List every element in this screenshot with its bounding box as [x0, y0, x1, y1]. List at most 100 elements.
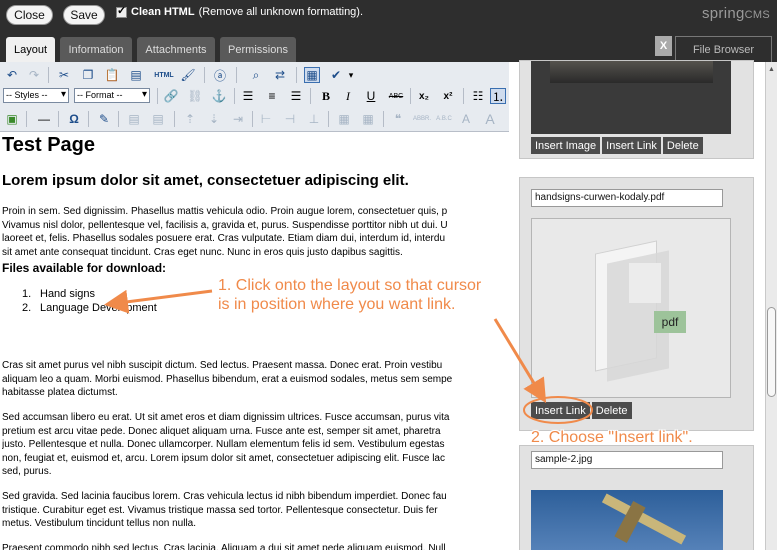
toolbar-divider — [88, 111, 89, 127]
unlink-icon[interactable]: ⛓ — [187, 88, 203, 104]
insert-link-button[interactable]: Insert Link — [531, 402, 590, 419]
list-item: 2. Language Development — [22, 302, 157, 314]
blockquote-icon[interactable]: ❝ — [390, 111, 406, 127]
spellcheck-dropdown-icon[interactable]: ✔ — [328, 67, 344, 83]
format-select[interactable]: -- Format -- — [74, 88, 150, 103]
insert-image-button[interactable]: Insert Image — [531, 137, 601, 154]
file-browser-close-button[interactable]: X — [655, 36, 672, 56]
link-icon[interactable]: 🔗 — [163, 88, 179, 104]
align-center-icon[interactable]: ≡ — [264, 88, 280, 104]
toolbar-divider — [463, 88, 464, 104]
content-heading: Lorem ipsum dolor sit amet, consectetuer… — [2, 172, 409, 189]
table-cell-props-icon[interactable]: ▤ — [150, 111, 166, 127]
file-actions: Insert Link Delete — [531, 402, 634, 419]
clean-html-option: Clean HTML (Remove all unknown formattin… — [116, 4, 363, 18]
html-source-icon[interactable]: HTML — [152, 67, 176, 83]
tab-file-browser[interactable]: File Browser — [675, 36, 772, 62]
editor-toolbar: ↶ ↷ ✂ ❐ 📋 ▤ HTML 🖌 ⓐ ⌕ ⇄ ▦ ✔ ▾ -- Styles… — [0, 62, 509, 132]
subscript-button[interactable]: x₂ — [416, 88, 432, 104]
table-icon[interactable]: ▦ — [304, 67, 320, 83]
insert-text-icon[interactable]: A — [482, 111, 498, 127]
styles-select[interactable]: -- Styles -- — [3, 88, 69, 103]
merge-cells-icon[interactable]: ▦ — [360, 111, 376, 127]
split-cells-icon[interactable]: ▦ — [336, 111, 352, 127]
clean-html-label: Clean HTML — [131, 6, 195, 18]
delete-row-icon[interactable]: ⇥ — [230, 111, 246, 127]
files-heading: Files available for download: — [2, 261, 167, 275]
superscript-button[interactable]: x² — [440, 88, 456, 104]
bullet-list-icon[interactable]: ☷ — [470, 88, 486, 104]
undo-icon[interactable]: ↶ — [4, 67, 20, 83]
insert-link-button[interactable]: Insert Link — [602, 137, 661, 154]
tab-information[interactable]: Information — [60, 37, 132, 62]
delete-button[interactable]: Delete — [591, 402, 632, 419]
edit-icon[interactable]: ✎ — [96, 111, 112, 127]
file-actions: Insert Image Insert Link Delete — [531, 137, 705, 154]
spellcheck-icon[interactable]: ⓐ — [212, 67, 228, 83]
table-row-props-icon[interactable]: ▤ — [126, 111, 142, 127]
toolbar-divider — [236, 67, 237, 83]
springcms-logo: springCMS — [701, 5, 770, 22]
toolbar-divider — [296, 67, 297, 83]
filename-field: sample-2.jpg — [531, 451, 723, 469]
toolbar-divider — [26, 111, 27, 127]
align-right-icon[interactable]: ☰ — [288, 88, 304, 104]
delete-col-icon[interactable]: ⊥ — [306, 111, 322, 127]
toolbar-divider — [48, 67, 49, 83]
col-after-icon[interactable]: ⊣ — [282, 111, 298, 127]
files-list: 1. Hand signs 2. Language Development — [22, 287, 157, 315]
file-browser-panel: Insert Image Insert Link Delete handsign… — [509, 60, 765, 550]
toolbar-divider — [58, 111, 59, 127]
cut-icon[interactable]: ✂ — [56, 67, 72, 83]
paragraph-5: Praesent commodo nibh sed lectus. Cras l… — [2, 543, 446, 550]
col-before-icon[interactable]: ⊢ — [258, 111, 274, 127]
top-bar: Close Save Clean HTML (Remove all unknow… — [0, 0, 777, 32]
tab-attachments[interactable]: Attachments — [137, 37, 215, 62]
horizontal-rule-icon[interactable]: ― — [36, 111, 52, 127]
align-left-icon[interactable]: ☰ — [240, 88, 256, 104]
tab-layout[interactable]: Layout — [6, 37, 55, 62]
underline-button[interactable]: U — [363, 88, 379, 104]
save-button[interactable]: Save — [63, 5, 105, 25]
paragraph-3: Sed accumsan libero eu erat. Ut sit amet… — [2, 412, 450, 477]
file-card: Insert Image Insert Link Delete — [519, 60, 754, 159]
annotation-step-1: 1. Click onto the layout so that cursor … — [218, 277, 482, 313]
strikethrough-button[interactable]: ABC — [386, 88, 406, 104]
delete-button[interactable]: Delete — [662, 137, 703, 154]
clean-html-checkbox[interactable] — [116, 4, 127, 18]
find-icon[interactable]: ⌕ — [248, 67, 264, 83]
row-before-icon[interactable]: ⇡ — [182, 111, 198, 127]
numbered-list-icon[interactable]: ⒈ — [490, 88, 506, 104]
tab-permissions[interactable]: Permissions — [220, 37, 296, 62]
toolbar-divider — [157, 88, 158, 104]
replace-icon[interactable]: ⇄ — [272, 67, 288, 83]
chevron-down-icon[interactable]: ▾ — [343, 67, 359, 83]
list-item: 1. Hand signs — [22, 288, 96, 300]
cleanup-icon[interactable]: 🖌 — [180, 67, 196, 83]
delete-text-icon[interactable]: A — [458, 111, 474, 127]
copy-icon[interactable]: ❐ — [80, 67, 96, 83]
toolbar-divider — [118, 111, 119, 127]
paste-icon[interactable]: 📋 — [104, 67, 120, 83]
special-character-icon[interactable]: Ω — [66, 111, 82, 127]
close-button[interactable]: Close — [6, 5, 53, 25]
abbr-icon[interactable]: ABBR. — [412, 111, 432, 127]
vertical-scrollbar[interactable]: ▲ — [765, 62, 777, 550]
paste-text-icon[interactable]: ▤ — [128, 67, 144, 83]
redo-icon[interactable]: ↷ — [26, 67, 42, 83]
toolbar-divider — [234, 88, 235, 104]
scrollbar-thumb[interactable] — [767, 307, 776, 397]
row-after-icon[interactable]: ⇣ — [206, 111, 222, 127]
toolbar-divider — [410, 88, 411, 104]
pdf-badge: pdf — [654, 311, 686, 333]
toolbar-divider — [252, 111, 253, 127]
insert-image-icon[interactable]: ▣ — [4, 111, 20, 127]
file-card: sample-2.jpg — [519, 445, 754, 550]
italic-button[interactable]: I — [340, 88, 356, 104]
anchor-icon[interactable]: ⚓ — [211, 88, 227, 104]
paragraph-2: Cras sit amet purus vel nibh suscipit di… — [2, 360, 453, 398]
acronym-icon[interactable]: A.B.C — [434, 111, 454, 127]
bold-button[interactable]: B — [318, 88, 334, 104]
toolbar-divider — [328, 111, 329, 127]
scroll-up-icon[interactable]: ▲ — [768, 66, 775, 73]
